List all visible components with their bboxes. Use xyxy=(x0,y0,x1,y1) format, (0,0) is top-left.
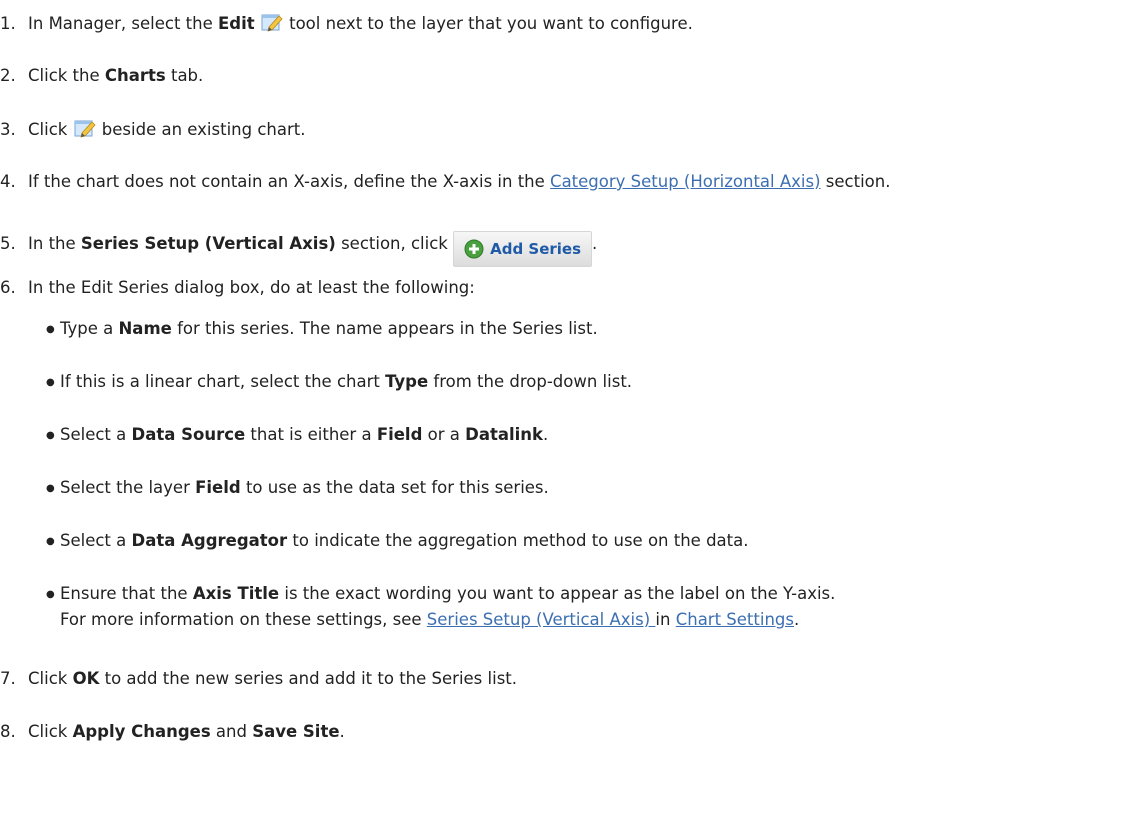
bullet-text: or a xyxy=(422,425,466,444)
step-number: 6. xyxy=(0,278,16,297)
edit-pencil-icon xyxy=(74,120,96,138)
step-3: 3. Click beside an existing chart. xyxy=(0,118,305,141)
step-number: 5. xyxy=(0,234,16,253)
step-text: . xyxy=(592,234,598,253)
step-number: 2. xyxy=(0,66,16,85)
bullet-text: . xyxy=(543,425,549,444)
step-bold: Save Site xyxy=(252,722,340,741)
chart-settings-link[interactable]: Chart Settings xyxy=(676,610,794,629)
bullet-text: Select a xyxy=(60,425,132,444)
bullet-bold: Data Aggregator xyxy=(131,531,288,550)
bullet-bold: Field xyxy=(195,478,241,497)
step-bold: Series Setup (Vertical Axis) xyxy=(80,234,336,253)
bullet-bold: Axis Title xyxy=(192,584,280,603)
bullet-bold: Data Source xyxy=(131,425,246,444)
step-text: and xyxy=(210,722,253,741)
bullet-icon: ● xyxy=(46,589,55,600)
bullet-text: in xyxy=(655,610,676,629)
bullet-item-axis-title: ● Ensure that the Axis Title is the exact… xyxy=(46,583,835,606)
bullet-text: for this series. The name appears in the… xyxy=(171,319,598,338)
step-text: to add the new series and add it to the … xyxy=(99,669,517,688)
step-text: tab. xyxy=(165,66,204,85)
step-text: In the xyxy=(28,234,81,253)
bullet-more-info: For more information on these settings, … xyxy=(60,609,799,631)
bullet-text: Select the layer xyxy=(60,478,196,497)
bullet-item-data-source: ● Select a Data Source that is either a F… xyxy=(46,424,548,447)
step-number: 7. xyxy=(0,669,16,688)
bullet-icon: ● xyxy=(46,377,55,388)
bullet-icon: ● xyxy=(46,536,55,547)
bullet-text: Type a xyxy=(60,319,119,338)
step-text: section. xyxy=(820,172,891,191)
step-number: 8. xyxy=(0,722,16,741)
bullet-text: from the drop-down list. xyxy=(428,372,633,391)
bullet-icon: ● xyxy=(46,483,55,494)
step-bold: Edit xyxy=(217,14,255,33)
bullet-bold: Datalink xyxy=(465,425,544,444)
step-1: 1. In Manager, select the Edit tool next … xyxy=(0,12,693,35)
bullet-icon: ● xyxy=(46,324,55,335)
add-series-label: Add Series xyxy=(490,240,582,258)
step-text: In Manager, select the xyxy=(28,14,218,33)
category-setup-link[interactable]: Category Setup (Horizontal Axis) xyxy=(550,172,821,191)
step-number: 3. xyxy=(0,120,16,139)
add-series-button[interactable]: Add Series xyxy=(453,231,593,267)
step-text: If the chart does not contain an X-axis,… xyxy=(28,172,551,191)
step-number: 4. xyxy=(0,172,16,191)
plus-circle-icon xyxy=(464,239,484,259)
step-bold: Charts xyxy=(104,66,166,85)
step-bold: Apply Changes xyxy=(72,722,211,741)
bullet-item-name: ● Type a Name for this series. The name a… xyxy=(46,318,598,341)
bullet-item-aggregator: ● Select a Data Aggregator to indicate th… xyxy=(46,530,749,553)
step-text: tool next to the layer that you want to … xyxy=(283,14,693,33)
instructions-document: 1. In Manager, select the Edit tool next … xyxy=(0,0,1138,814)
step-text: Click xyxy=(28,722,73,741)
step-text: beside an existing chart. xyxy=(96,120,306,139)
bullet-text: to indicate the aggregation method to us… xyxy=(287,531,749,550)
step-8: 8. Click Apply Changes and Save Site. xyxy=(0,721,345,743)
step-5: 5. In the Series Setup (Vertical Axis) se… xyxy=(0,231,597,267)
step-2: 2. Click the Charts tab. xyxy=(0,65,203,87)
bullet-text: to use as the data set for this series. xyxy=(240,478,549,497)
bullet-item-type: ● If this is a linear chart, select the c… xyxy=(46,371,632,394)
bullet-text: Select a xyxy=(60,531,132,550)
step-text: section, click xyxy=(335,234,454,253)
edit-pencil-icon xyxy=(261,14,283,32)
bullet-icon: ● xyxy=(46,430,55,441)
step-number: 1. xyxy=(0,14,16,33)
bullet-bold: Type xyxy=(385,372,429,391)
step-text: Click the xyxy=(28,66,105,85)
step-6: 6. In the Edit Series dialog box, do at l… xyxy=(0,277,475,299)
bullet-bold: Name xyxy=(118,319,172,338)
step-text: In the Edit Series dialog box, do at lea… xyxy=(28,278,475,297)
step-text: Click xyxy=(28,669,73,688)
bullet-text: If this is a linear chart, select the ch… xyxy=(60,372,386,391)
bullet-text: For more information on these settings, … xyxy=(60,610,427,629)
bullet-bold: Field xyxy=(376,425,423,444)
bullet-text: that is either a xyxy=(245,425,377,444)
step-text: Click xyxy=(28,120,73,139)
bullet-text: is the exact wording you want to appear … xyxy=(279,584,836,603)
bullet-text: Ensure that the xyxy=(60,584,193,603)
step-7: 7. Click OK to add the new series and add… xyxy=(0,668,517,690)
bullet-text: . xyxy=(793,610,800,629)
bullet-item-field: ● Select the layer Field to use as the da… xyxy=(46,477,549,500)
step-text: . xyxy=(339,722,345,741)
step-4: 4. If the chart does not contain an X-axi… xyxy=(0,171,890,193)
series-setup-link[interactable]: Series Setup (Vertical Axis) xyxy=(427,610,656,629)
step-bold: OK xyxy=(72,669,100,688)
